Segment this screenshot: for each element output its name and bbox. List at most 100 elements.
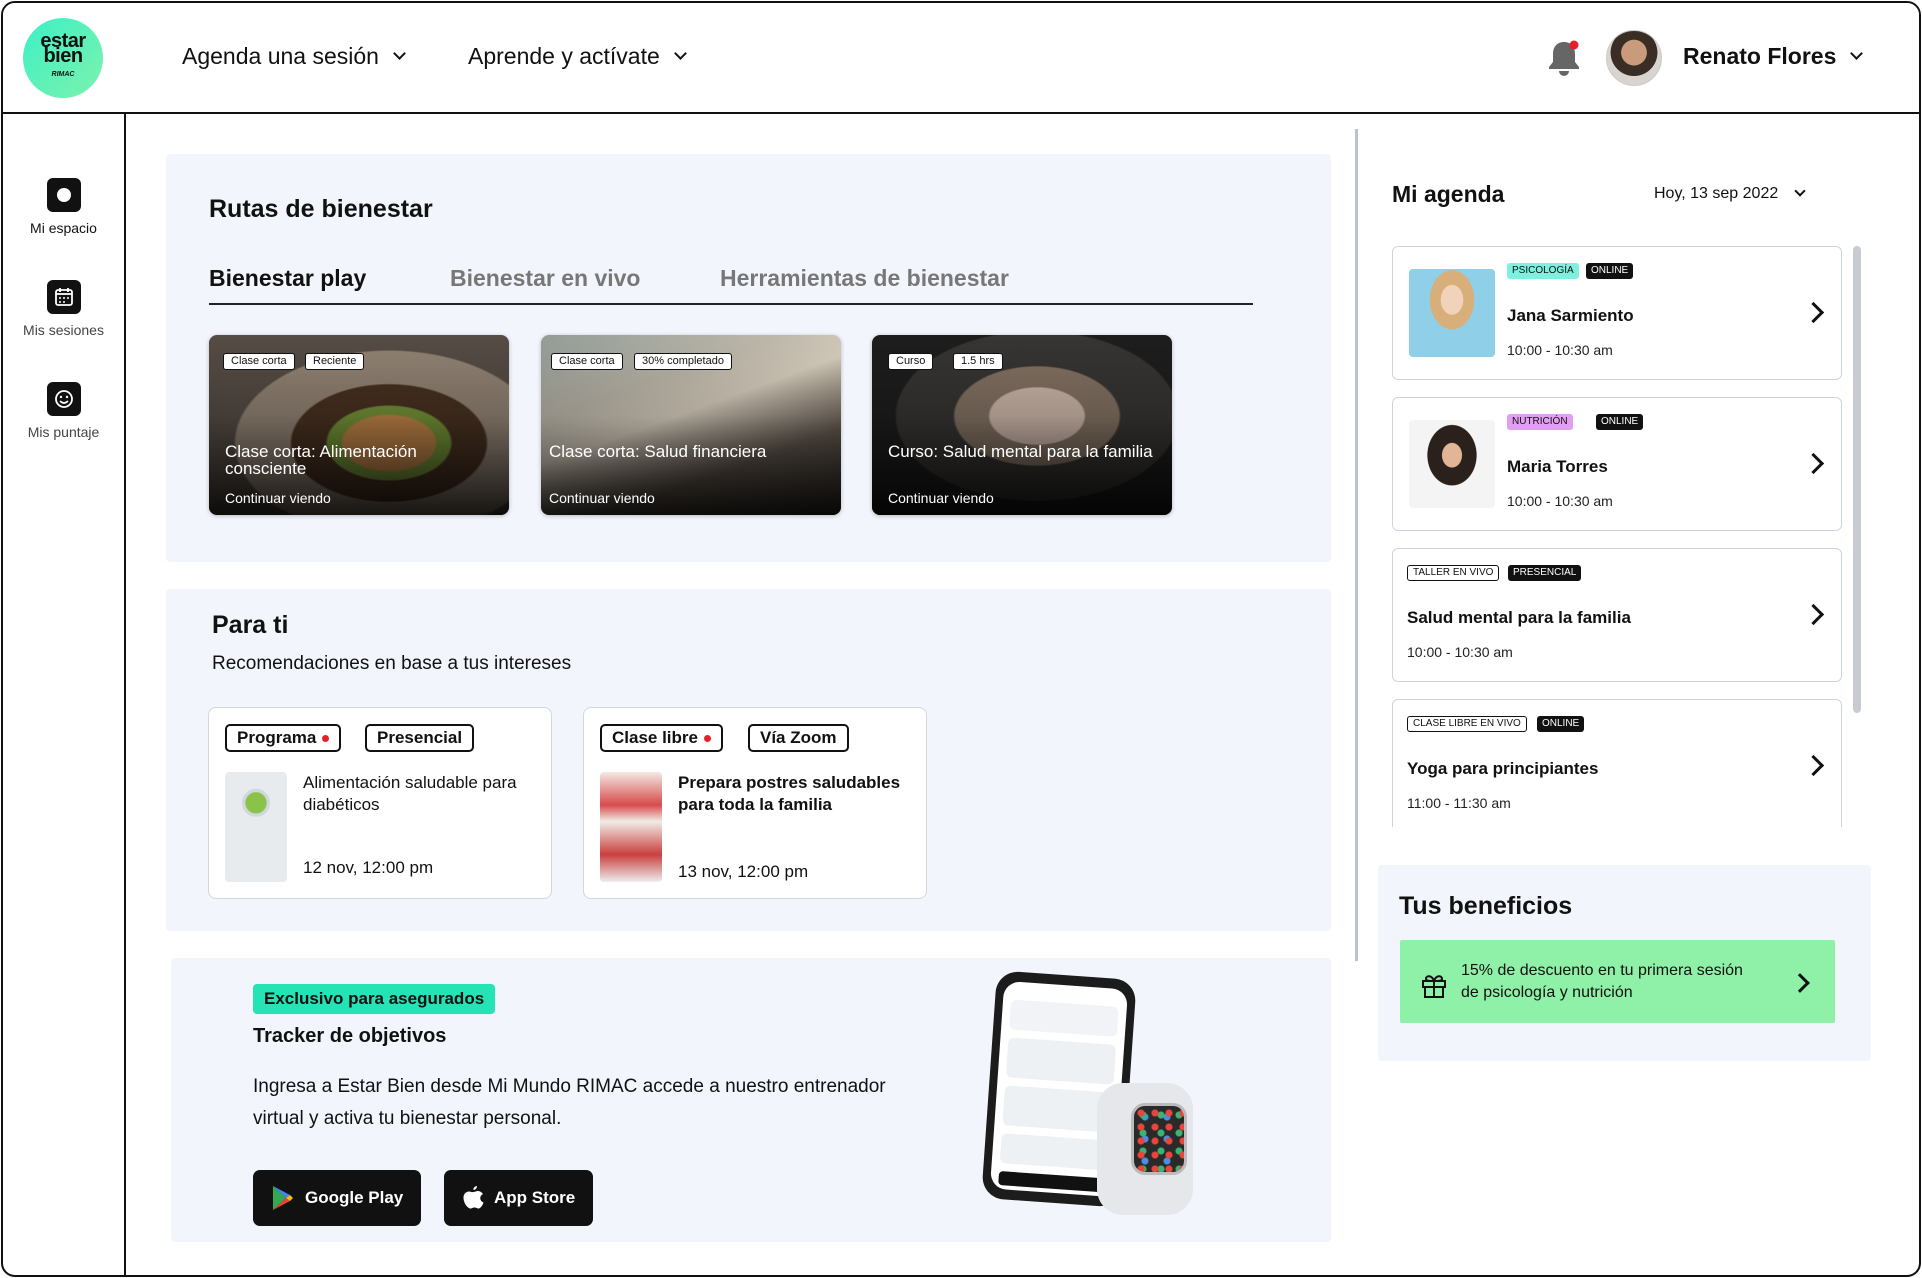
desserts-image bbox=[600, 772, 662, 882]
agenda-item[interactable]: Nutrición Online Maria Torres 10:00 - 10… bbox=[1392, 397, 1842, 531]
sidebar-item-label: Mi espacio bbox=[30, 220, 97, 236]
sidebar-item-label: Mis sesiones bbox=[23, 322, 104, 338]
agenda-scrollbar[interactable] bbox=[1853, 246, 1861, 713]
app-store-button[interactable]: App Store bbox=[444, 1170, 594, 1226]
nav-label: Aprende y actívate bbox=[468, 43, 660, 69]
jana-sarmiento-photo bbox=[1409, 269, 1495, 357]
smiley-icon bbox=[46, 382, 81, 416]
promo-title: Tracker de objetivos bbox=[253, 1025, 447, 1047]
badge-nutricion: Nutrición bbox=[1507, 414, 1573, 430]
app-window: estar bien RIMAC Agenda una sesión Apren… bbox=[1, 1, 1921, 1277]
agenda-name: Maria Torres bbox=[1507, 457, 1608, 476]
chevron-down-icon bbox=[1850, 47, 1864, 60]
benefit-item[interactable]: 15% de descuento en tu primera sesión de… bbox=[1400, 940, 1835, 1023]
smartwatch-image bbox=[1097, 1083, 1193, 1215]
card-tag: 1.5 hrs bbox=[953, 353, 1003, 370]
agenda-name: Salud mental para la familia bbox=[1407, 608, 1631, 627]
card-tag-presencial: Presencial bbox=[365, 724, 475, 752]
card-tag: Curso bbox=[888, 353, 934, 370]
agenda-item[interactable]: Psicología Online Jana Sarmiento 10:00 -… bbox=[1392, 246, 1842, 380]
circle-icon bbox=[46, 178, 81, 212]
card-tag-via-zoom: Vía Zoom bbox=[748, 724, 849, 752]
agenda-item[interactable]: Taller en vivo Presencial Salud mental p… bbox=[1392, 548, 1842, 682]
calendar-icon bbox=[46, 280, 81, 314]
card-cta: Continuar viendo bbox=[225, 490, 331, 506]
chevron-right-icon bbox=[1802, 754, 1825, 777]
video-card[interactable]: Clase corta 30% completado Clase corta: … bbox=[541, 335, 841, 515]
chevron-right-icon bbox=[1802, 452, 1825, 475]
tag-label: Programa bbox=[237, 728, 317, 747]
logo-line3: RIMAC bbox=[51, 71, 75, 78]
stethoscope-apple-image bbox=[225, 772, 287, 882]
tab-herramientas[interactable]: Herramientas de bienestar bbox=[720, 265, 1009, 292]
google-play-label: Google Play bbox=[305, 1188, 404, 1207]
badge-presencial: Presencial bbox=[1508, 565, 1582, 581]
left-sidebar: Mi espacio Mis sesiones Mis puntaje bbox=[3, 114, 126, 1275]
card-date: 12 nov, 12:00 pm bbox=[303, 858, 434, 877]
rutas-title: Rutas de bienestar bbox=[209, 195, 433, 223]
tab-bienestar-play[interactable]: Bienestar play bbox=[209, 265, 366, 292]
badge-taller-en-vivo: Taller en vivo bbox=[1407, 565, 1500, 581]
badge-psicologia: Psicología bbox=[1507, 263, 1579, 279]
card-title: Clase corta: Alimentación consciente bbox=[225, 442, 417, 478]
user-menu[interactable]: Renato Flores bbox=[1683, 43, 1864, 70]
agenda-name: Yoga para principiantes bbox=[1407, 759, 1599, 778]
agenda-date-dropdown[interactable]: Hoy, 13 sep 2022 bbox=[1654, 185, 1806, 203]
chevron-down-icon bbox=[393, 47, 406, 60]
card-tag: Reciente bbox=[305, 353, 365, 370]
agenda-time: 10:00 - 10:30 am bbox=[1507, 493, 1613, 509]
nav-aprende-activate[interactable]: Aprende y actívate bbox=[468, 43, 687, 70]
chevron-down-icon bbox=[673, 47, 687, 60]
card-tag-clase-libre: Clase libre bbox=[600, 724, 723, 752]
google-play-icon bbox=[273, 1186, 293, 1210]
card-cta: Continuar viendo bbox=[888, 490, 994, 506]
card-title: Alimentación saludable para diabéticos bbox=[303, 773, 517, 814]
badge-clase-libre-en-vivo: Clase libre en vivo bbox=[1407, 716, 1527, 732]
tag-label: Clase libre bbox=[612, 728, 698, 747]
date-label: Hoy, 13 sep 2022 bbox=[1654, 185, 1779, 202]
tab-bienestar-en-vivo[interactable]: Bienestar en vivo bbox=[450, 265, 640, 292]
agenda-time: 10:00 - 10:30 am bbox=[1407, 644, 1513, 660]
recommendation-card[interactable]: Programa Presencial Alimentación saludab… bbox=[208, 707, 552, 899]
sidebar-item-mis-puntaje[interactable]: Mis puntaje bbox=[3, 382, 124, 440]
logo-line2: bien bbox=[43, 45, 83, 67]
gift-icon bbox=[1422, 975, 1446, 998]
badge-online: Online bbox=[1586, 263, 1634, 279]
user-name: Renato Flores bbox=[1683, 43, 1837, 69]
card-title: Clase corta: Salud financiera bbox=[549, 442, 767, 461]
recommendation-card[interactable]: Clase libre Vía Zoom Prepara postres sal… bbox=[583, 707, 927, 899]
badge-online: Online bbox=[1537, 716, 1585, 732]
agenda-name: Jana Sarmiento bbox=[1507, 306, 1634, 325]
estar-bien-logo[interactable]: estar bien RIMAC bbox=[23, 18, 103, 98]
rutas-tabs: Bienestar play Bienestar en vivo Herrami… bbox=[209, 265, 1253, 305]
exclusive-badge: Exclusivo para asegurados bbox=[253, 984, 496, 1014]
card-tag: Clase corta bbox=[551, 353, 623, 370]
sidebar-item-mis-sesiones[interactable]: Mis sesiones bbox=[3, 280, 124, 338]
nav-label: Agenda una sesión bbox=[182, 43, 379, 69]
card-tag-programa: Programa bbox=[225, 724, 342, 752]
notification-bell-icon[interactable] bbox=[1545, 38, 1583, 78]
chevron-right-icon bbox=[1802, 603, 1825, 626]
google-play-button[interactable]: Google Play bbox=[253, 1170, 422, 1226]
promo-text: Ingresa a Estar Bien desde Mi Mundo RIMA… bbox=[253, 1076, 886, 1129]
video-card[interactable]: Curso 1.5 hrs Curso: Salud mental para l… bbox=[872, 335, 1172, 515]
para-ti-title: Para ti bbox=[212, 611, 289, 639]
card-title: Prepara postres saludables para toda la … bbox=[678, 773, 901, 814]
user-avatar[interactable] bbox=[1606, 30, 1662, 86]
chevron-right-icon bbox=[1802, 301, 1825, 324]
badge-online: Online bbox=[1596, 414, 1644, 430]
chevron-right-icon bbox=[1790, 973, 1810, 993]
sidebar-item-mi-espacio[interactable]: Mi espacio bbox=[3, 178, 124, 236]
video-card[interactable]: Clase corta Reciente Clase corta: Alimen… bbox=[209, 335, 509, 515]
benefit-text: 15% de descuento en tu primera sesión de… bbox=[1461, 962, 1743, 1001]
top-header: estar bien RIMAC Agenda una sesión Apren… bbox=[3, 3, 1919, 114]
card-title: Curso: Salud mental para la familia bbox=[888, 442, 1153, 461]
agenda-time: 11:00 - 11:30 am bbox=[1407, 795, 1511, 811]
card-tag: Clase corta bbox=[223, 353, 295, 370]
card-date: 13 nov, 12:00 pm bbox=[678, 862, 809, 881]
red-dot-icon bbox=[322, 734, 330, 742]
nav-agenda-sesion[interactable]: Agenda una sesión bbox=[182, 43, 406, 70]
agenda-item[interactable]: Clase libre en vivo Online Yoga para pri… bbox=[1392, 699, 1842, 827]
para-ti-subtitle: Recomendaciones en base a tus intereses bbox=[212, 653, 572, 674]
maria-torres-photo bbox=[1409, 420, 1495, 508]
